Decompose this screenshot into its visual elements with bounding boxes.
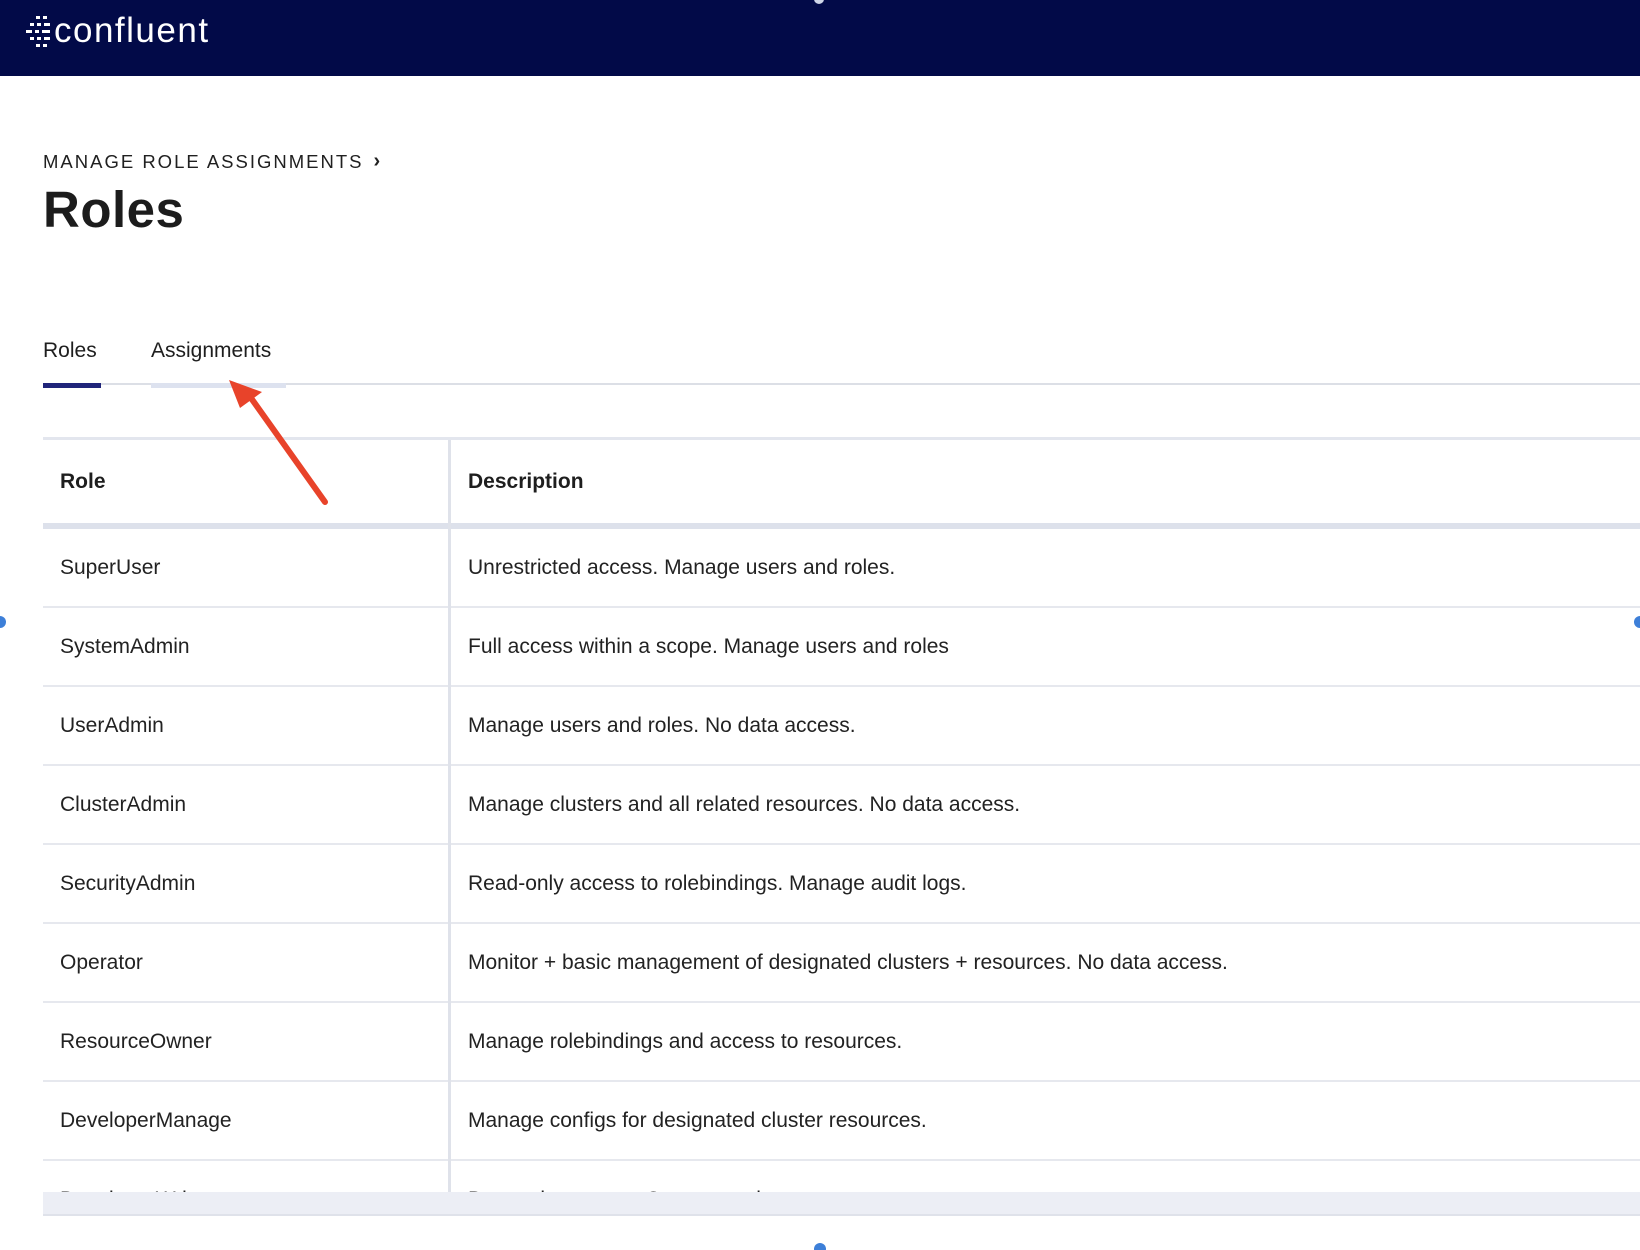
role-name: Operator [60,951,143,974]
role-name: DeveloperManage [60,1109,232,1132]
tab-assignments-hover-indicator [151,383,286,388]
column-header-description[interactable]: Description [468,470,584,494]
table-row[interactable]: ResourceOwner Manage rolebindings and ac… [43,1003,1640,1082]
table-row[interactable]: DeveloperManage Manage configs for desig… [43,1082,1640,1161]
role-description: Monitor + basic management of designated… [468,951,1228,974]
table-row[interactable]: DeveloperWrite Data write access. Cannot… [43,1161,1640,1192]
confluent-logo-icon [26,16,50,47]
role-description: Manage users and roles. No data access. [468,714,856,737]
table-row[interactable]: SystemAdmin Full access within a scope. … [43,608,1640,687]
logo-text: confluent [54,11,210,50]
page-title: Roles [43,181,185,238]
role-description: Unrestricted access. Manage users and ro… [468,556,896,579]
role-name: UserAdmin [60,714,164,737]
role-name: SystemAdmin [60,635,190,658]
selection-handle-left [0,616,6,628]
breadcrumb-label[interactable]: MANAGE ROLE ASSIGNMENTS [43,151,363,173]
role-description: Manage configs for designated cluster re… [468,1109,927,1132]
role-description: Manage rolebindings and access to resour… [468,1030,903,1053]
role-name: SuperUser [60,556,161,579]
role-description: Data write access. Cannot read. [468,1161,767,1192]
chevron-right-icon: › [373,150,381,172]
table-row[interactable]: SecurityAdmin Read-only access to rolebi… [43,845,1640,924]
table-header: Role Description [43,440,1640,523]
table-body: SuperUser Unrestricted access. Manage us… [43,529,1640,1192]
roles-table: Role Description SuperUser Unrestricted … [43,437,1640,1192]
role-name: ResourceOwner [60,1030,212,1053]
role-description: Read-only access to rolebindings. Manage… [468,872,967,895]
confluent-logo[interactable]: confluent [26,12,210,50]
role-name: DeveloperWrite [60,1161,204,1192]
table-row[interactable]: ClusterAdmin Manage clusters and all rel… [43,766,1640,845]
role-description: Manage clusters and all related resource… [468,793,1021,816]
role-name: SecurityAdmin [60,872,196,895]
top-bar: confluent [0,0,1640,76]
tab-roles[interactable]: Roles [43,339,97,389]
selection-handle-bottom [814,1243,826,1250]
role-name: ClusterAdmin [60,793,187,816]
tab-assignments[interactable]: Assignments [151,339,271,389]
table-row[interactable]: UserAdmin Manage users and roles. No dat… [43,687,1640,766]
column-header-role[interactable]: Role [60,470,106,494]
table-row[interactable]: SuperUser Unrestricted access. Manage us… [43,529,1640,608]
tab-roles-active-indicator [43,383,101,388]
table-row[interactable]: Operator Monitor + basic management of d… [43,924,1640,1003]
page: confluent MANAGE ROLE ASSIGNMENTS › Role… [0,0,1640,1250]
selection-handle-right [1634,616,1640,628]
horizontal-scrollbar[interactable] [43,1192,1640,1214]
breadcrumb[interactable]: MANAGE ROLE ASSIGNMENTS › [43,150,380,173]
column-divider [448,440,451,1192]
role-description: Full access within a scope. Manage users… [468,635,949,658]
